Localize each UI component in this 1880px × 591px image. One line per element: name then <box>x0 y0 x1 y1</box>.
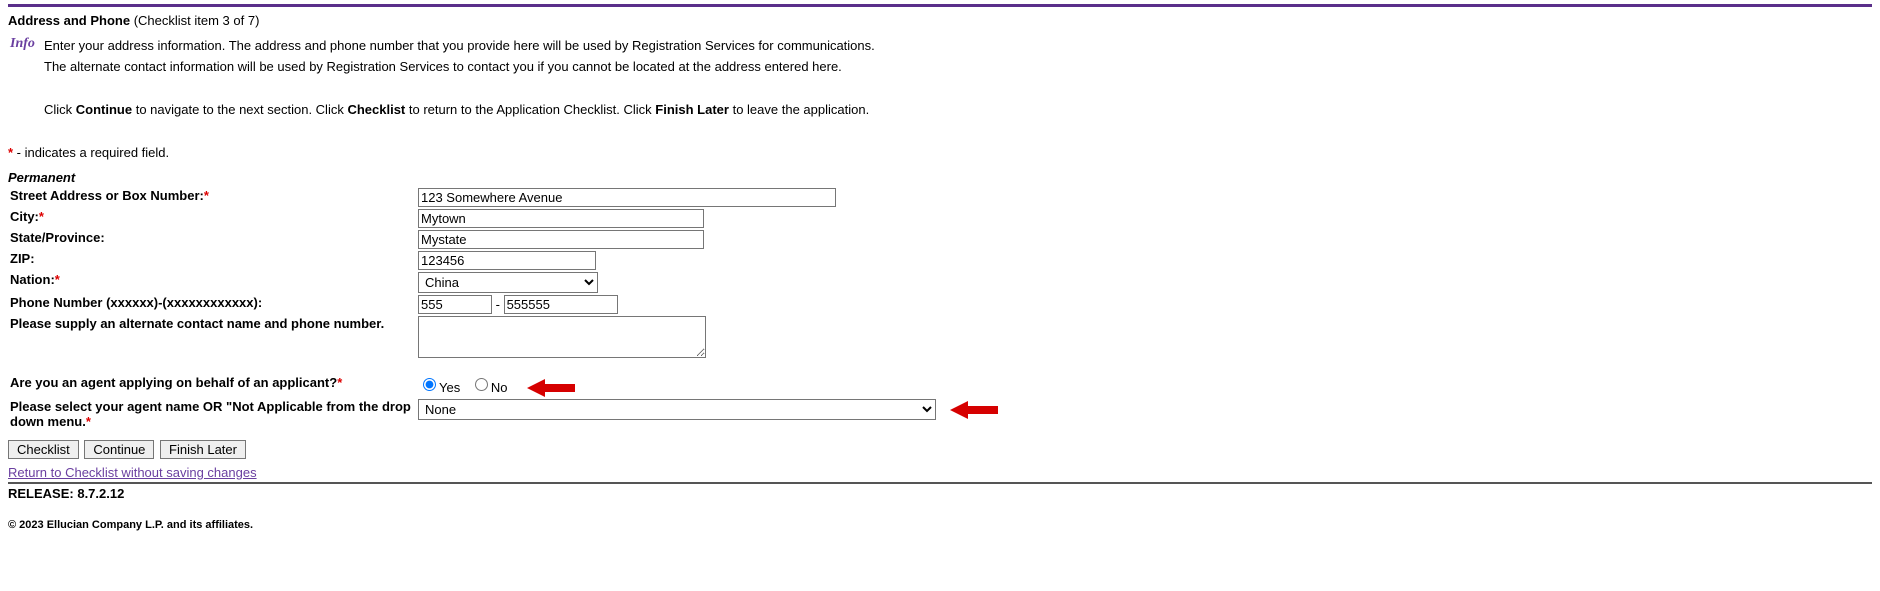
label-nation: Nation: <box>10 272 55 287</box>
info-line-2: The alternate contact information will b… <box>44 59 1872 74</box>
row-alt-contact: Please supply an alternate contact name … <box>8 315 1872 362</box>
label-city: City: <box>10 209 39 224</box>
label-agent-select: Please select your agent name OR "Not Ap… <box>10 399 411 429</box>
street-input[interactable] <box>418 188 836 207</box>
label-street: Street Address or Box Number: <box>10 188 204 203</box>
required-note: * - indicates a required field. <box>8 145 1872 160</box>
page-subtitle: (Checklist item 3 of 7) <box>130 13 259 28</box>
row-city: City:* <box>8 208 1872 229</box>
arrow-icon <box>527 379 575 397</box>
row-nation: Nation:* China <box>8 271 1872 294</box>
copyright: © 2023 Ellucian Company L.P. and its aff… <box>8 519 1872 531</box>
return-link[interactable]: Return to Checklist without saving chang… <box>8 465 257 480</box>
page-title: Address and Phone <box>8 13 130 28</box>
nav-instructions: Click Continue to navigate to the next s… <box>44 102 1872 117</box>
row-street: Street Address or Box Number:* <box>8 187 1872 208</box>
row-phone: Phone Number (xxxxxx)-(xxxxxxxxxxxx): - <box>8 294 1872 315</box>
checklist-button[interactable] <box>8 440 79 459</box>
zip-input[interactable] <box>418 251 596 270</box>
agent-name-select[interactable]: None <box>418 399 936 420</box>
state-input[interactable] <box>418 230 704 249</box>
agent-yes-radio[interactable] <box>423 378 436 391</box>
row-agent-select: Please select your agent name OR "Not Ap… <box>8 398 1872 430</box>
row-zip: ZIP: <box>8 250 1872 271</box>
page-header: Address and Phone (Checklist item 3 of 7… <box>8 13 1872 28</box>
agent-yes-label: Yes <box>439 380 460 395</box>
row-state: State/Province: <box>8 229 1872 250</box>
phone-area-input[interactable] <box>418 295 492 314</box>
release-line: RELEASE: 8.7.2.12 <box>8 486 1872 501</box>
label-zip: ZIP: <box>10 251 35 266</box>
continue-button[interactable] <box>84 440 154 459</box>
arrow-icon <box>950 401 998 419</box>
section-title-permanent: Permanent <box>8 170 1872 185</box>
row-agent-question: Are you an agent applying on behalf of a… <box>8 374 1872 398</box>
alt-contact-textarea[interactable] <box>418 316 706 358</box>
info-label: Info <box>10 36 35 52</box>
label-phone: Phone Number (xxxxxx)-(xxxxxxxxxxxx): <box>10 295 262 310</box>
divider <box>8 482 1872 484</box>
info-line-1: Enter your address information. The addr… <box>44 38 1872 53</box>
top-accent-rule <box>8 4 1872 7</box>
button-row <box>8 440 1872 459</box>
label-state: State/Province: <box>10 230 105 245</box>
agent-no-radio[interactable] <box>475 378 488 391</box>
finish-later-button[interactable] <box>160 440 246 459</box>
info-block: Info Enter your address information. The… <box>8 38 1872 74</box>
address-form: Street Address or Box Number:* City:* St… <box>8 187 1872 430</box>
city-input[interactable] <box>418 209 704 228</box>
agent-no-label: No <box>491 380 508 395</box>
label-agent-q: Are you an agent applying on behalf of a… <box>10 375 337 390</box>
phone-number-input[interactable] <box>504 295 618 314</box>
label-alt-contact: Please supply an alternate contact name … <box>10 316 384 331</box>
nation-select[interactable]: China <box>418 272 598 293</box>
